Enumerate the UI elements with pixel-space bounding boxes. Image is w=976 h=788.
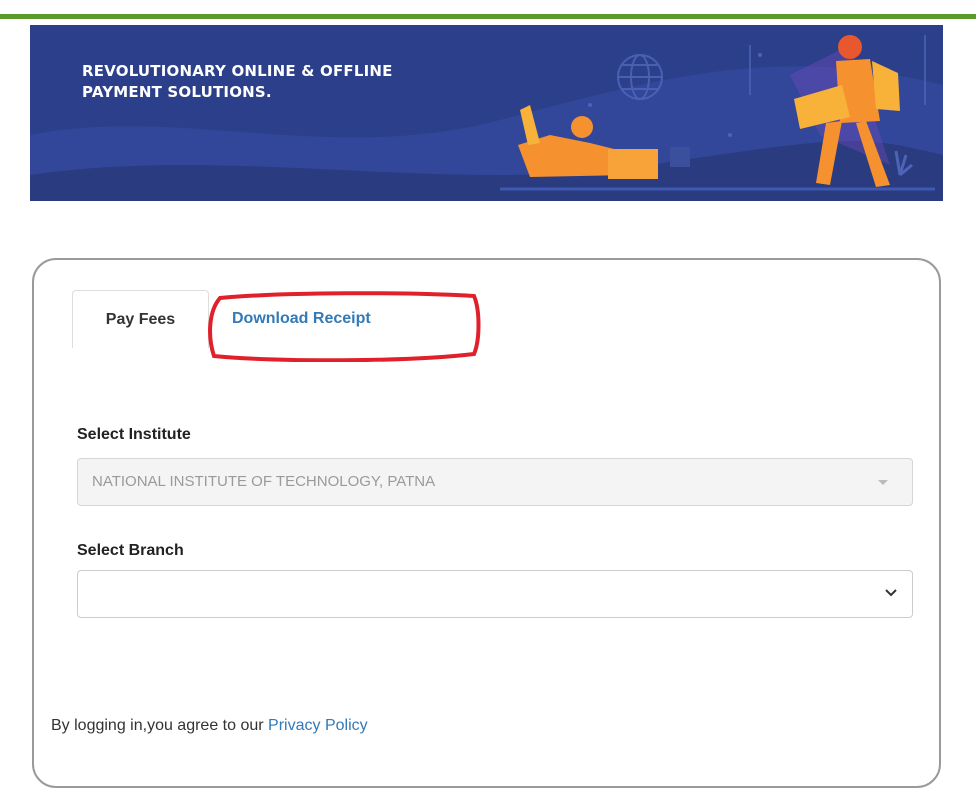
chevron-down-icon [885, 589, 897, 597]
tab-download-receipt[interactable]: Download Receipt [230, 290, 460, 348]
select-institute-label: Select Institute [77, 426, 191, 443]
privacy-policy-link[interactable]: Privacy Policy [268, 717, 368, 734]
institute-select-value: NATIONAL INSTITUTE OF TECHNOLOGY, PATNA [92, 473, 436, 490]
promo-banner: REVOLUTIONARY ONLINE & OFFLINE PAYMENT S… [30, 25, 943, 201]
caret-down-icon [878, 480, 888, 485]
privacy-notice: By logging in,you agree to our Privacy P… [51, 717, 368, 735]
branch-select[interactable] [77, 570, 913, 618]
institute-select[interactable]: NATIONAL INSTITUTE OF TECHNOLOGY, PATNA [77, 458, 913, 506]
select-branch-label: Select Branch [77, 542, 184, 559]
people-with-laptops-illustration [30, 35, 943, 201]
privacy-notice-text: By logging in,you agree to our [51, 717, 264, 734]
payment-form-card: Pay Fees Download Receipt Select Institu… [32, 258, 941, 788]
banner-headline-line1: REVOLUTIONARY ONLINE & OFFLINE [82, 62, 393, 80]
top-accent-bar [0, 14, 976, 19]
tab-pay-fees[interactable]: Pay Fees [72, 290, 209, 348]
banner-headline-line2: PAYMENT SOLUTIONS. [82, 83, 272, 101]
banner-headline: REVOLUTIONARY ONLINE & OFFLINE PAYMENT S… [82, 61, 502, 103]
